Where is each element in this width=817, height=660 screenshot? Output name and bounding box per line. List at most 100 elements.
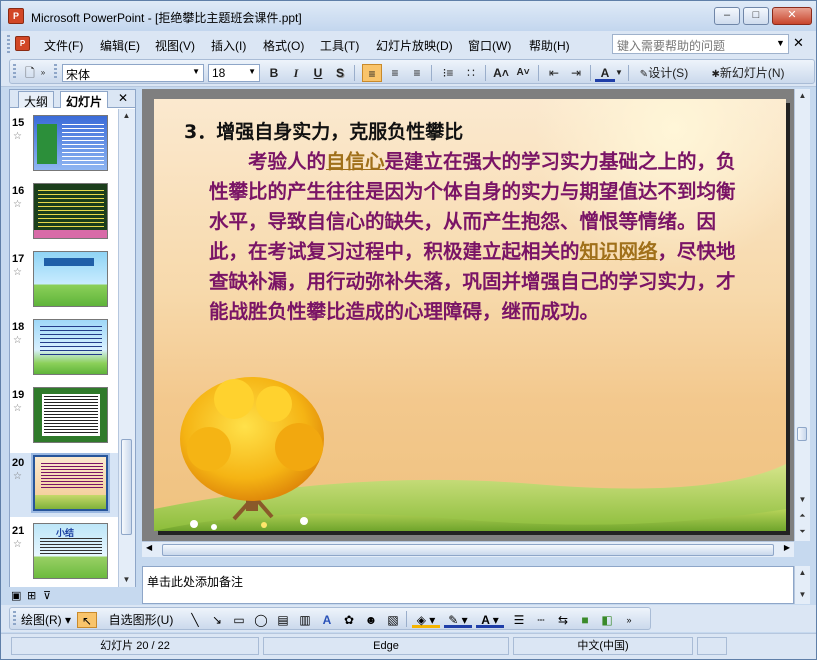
menu-help[interactable]: 帮助(H) — [529, 37, 570, 54]
current-slide[interactable]: 3．增强自身实力，克服负性攀比 考验人的自信心是建立在强大的学习实力基础之上的，… — [154, 99, 786, 531]
new-slide-button[interactable]: ✱新幻灯片(N) — [699, 64, 797, 82]
dash-style-icon[interactable]: ┄ — [532, 612, 550, 628]
hyperlink-self-confidence[interactable]: 自信心 — [326, 150, 385, 173]
toolbar-options-icon[interactable]: » — [38, 64, 48, 82]
menubar-grip[interactable] — [7, 35, 10, 53]
font-color-icon[interactable]: A — [595, 64, 615, 82]
menu-file[interactable]: 文件(F) — [44, 37, 83, 54]
scroll-up-icon[interactable]: ▲ — [795, 566, 810, 580]
increase-font-size-icon[interactable]: A˄ — [491, 64, 511, 82]
italic-button[interactable]: I — [286, 64, 306, 82]
slide-body-text[interactable]: 考验人的自信心是建立在强大的学习实力基础之上的，负性攀比的产生往往是因为个体自身… — [209, 147, 749, 327]
scroll-down-icon[interactable]: ▼ — [119, 573, 134, 587]
notes-pane[interactable]: 单击此处添加备注 — [142, 566, 794, 604]
status-design-template[interactable]: Edge — [263, 637, 509, 655]
scroll-down-icon[interactable]: ▼ — [795, 493, 810, 507]
slide-thumb-19[interactable]: 19 ☆ — [10, 385, 118, 449]
oval-icon[interactable]: ◯ — [252, 612, 270, 628]
thumbnails-scrollbar[interactable]: ▲ ▼ — [118, 109, 135, 587]
next-slide-icon[interactable]: ⏷ — [795, 525, 810, 539]
scroll-up-icon[interactable]: ▲ — [795, 89, 810, 103]
shadow-button[interactable]: S — [330, 64, 350, 82]
hyperlink-knowledge-network[interactable]: 知识网络 — [580, 240, 658, 263]
tab-slides[interactable]: 幻灯片 — [60, 91, 109, 109]
menu-format[interactable]: 格式(O) — [263, 37, 304, 54]
document-icon[interactable]: P — [15, 36, 30, 51]
font-dropdown-arrow-icon[interactable]: ▼ — [192, 67, 200, 76]
bold-button[interactable]: B — [264, 64, 284, 82]
new-document-icon[interactable]: 🗋 — [20, 64, 40, 82]
vertical-text-box-icon[interactable]: ▥ — [296, 612, 314, 628]
decrease-indent-icon[interactable]: ⇤ — [544, 64, 564, 82]
font-color-dropdown-icon[interactable]: ▼ — [614, 64, 624, 82]
font-name-select[interactable]: 宋体 ▼ — [62, 64, 204, 82]
menu-view[interactable]: 视图(V) — [155, 37, 195, 54]
slide-thumb-16[interactable]: 16 ☆ — [10, 181, 118, 245]
font-size-select[interactable]: 18 ▼ — [208, 64, 260, 82]
scroll-thumb[interactable] — [121, 439, 132, 535]
increase-indent-icon[interactable]: ⇥ — [566, 64, 586, 82]
previous-slide-icon[interactable]: ⏶ — [795, 509, 810, 523]
notes-placeholder[interactable]: 单击此处添加备注 — [147, 573, 243, 590]
scroll-left-icon[interactable]: ◀ — [146, 543, 152, 552]
slide-thumb-15[interactable]: 15 ☆ — [10, 113, 118, 177]
help-dropdown-arrow-icon[interactable]: ▼ — [776, 38, 785, 48]
drawing-toolbar-grip[interactable] — [13, 611, 16, 627]
align-right-icon[interactable]: ≡ — [407, 64, 427, 82]
menu-slideshow[interactable]: 幻灯片放映(D) — [376, 37, 453, 54]
powerpoint-app-icon[interactable]: P — [8, 8, 24, 24]
3d-style-icon[interactable]: ◧ — [598, 612, 616, 628]
toolbar-options-icon[interactable]: » — [622, 612, 636, 628]
document-close-button[interactable]: ✕ — [793, 35, 804, 51]
toolbar-grip-2[interactable] — [54, 64, 57, 80]
line-style-icon[interactable]: ☰ — [510, 612, 528, 628]
bullet-list-icon[interactable]: ∷ — [461, 64, 481, 82]
close-button[interactable]: ✕ — [772, 7, 812, 25]
scroll-right-icon[interactable]: ▶ — [784, 543, 790, 552]
normal-view-icon[interactable]: ▣ — [11, 589, 21, 602]
align-left-icon[interactable]: ≡ — [362, 64, 382, 82]
autoshapes-button[interactable]: 自选图形(U) ▾ — [104, 612, 178, 643]
maximize-button[interactable]: □ — [743, 7, 769, 25]
slide-heading[interactable]: 3．增强自身实力，克服负性攀比 — [184, 117, 463, 144]
align-center-icon[interactable]: ≡ — [385, 64, 405, 82]
slide-scroll-thumb[interactable] — [797, 427, 807, 441]
clip-art-icon[interactable]: ☻ — [362, 612, 380, 628]
select-objects-icon[interactable]: ↖ — [77, 612, 97, 628]
tab-outline[interactable]: 大纲 — [18, 91, 55, 109]
drawing-font-color-icon[interactable]: A ▾ — [476, 612, 504, 628]
line-color-icon[interactable]: ✎ ▾ — [444, 612, 472, 628]
arrow-style-icon[interactable]: ⇆ — [554, 612, 572, 628]
slide-thumb-20[interactable]: 20 ☆ — [10, 453, 118, 517]
text-box-icon[interactable]: ▤ — [274, 612, 292, 628]
menu-window[interactable]: 窗口(W) — [468, 37, 511, 54]
slide-thumb-17[interactable]: 17 ☆ — [10, 249, 118, 313]
toolbar-grip[interactable] — [13, 64, 16, 80]
slide-vertical-scrollbar[interactable]: ▲ ▼ ⏶ ⏷ — [794, 89, 810, 541]
fill-color-icon[interactable]: ◈ ▾ — [412, 612, 440, 628]
shadow-style-icon[interactable]: ■ — [576, 612, 594, 628]
notes-scrollbar[interactable]: ▲ ▼ — [794, 566, 810, 604]
design-button[interactable]: ✎设计(S) — [633, 64, 695, 82]
menu-edit[interactable]: 编辑(E) — [100, 37, 140, 54]
scroll-up-icon[interactable]: ▲ — [119, 109, 134, 123]
underline-button[interactable]: U — [308, 64, 328, 82]
line-icon[interactable]: ╲ — [186, 612, 204, 628]
draw-menu-button[interactable]: 绘图(R) ▾ — [20, 612, 72, 628]
slide-thumb-18[interactable]: 18 ☆ — [10, 317, 118, 381]
help-search-input[interactable]: 键入需要帮助的问题 — [612, 34, 789, 54]
size-dropdown-arrow-icon[interactable]: ▼ — [248, 67, 256, 76]
wordart-icon[interactable]: A — [318, 612, 336, 628]
arrow-icon[interactable]: ↘ — [208, 612, 226, 628]
slide-horizontal-scrollbar[interactable]: ◀ ▶ — [142, 541, 794, 557]
picture-icon[interactable]: ▧ — [384, 612, 402, 628]
pane-close-button[interactable]: ✕ — [118, 91, 128, 105]
slide-sorter-view-icon[interactable]: ⊞ — [27, 589, 36, 602]
horizontal-scroll-thumb[interactable] — [162, 544, 774, 556]
slideshow-view-icon[interactable]: ⊽ — [43, 589, 51, 602]
rectangle-icon[interactable]: ▭ — [230, 612, 248, 628]
scroll-down-icon[interactable]: ▼ — [795, 588, 810, 602]
decrease-font-size-icon[interactable]: A˅ — [513, 64, 533, 82]
minimize-button[interactable]: – — [714, 7, 740, 25]
diagram-icon[interactable]: ✿ — [340, 612, 358, 628]
